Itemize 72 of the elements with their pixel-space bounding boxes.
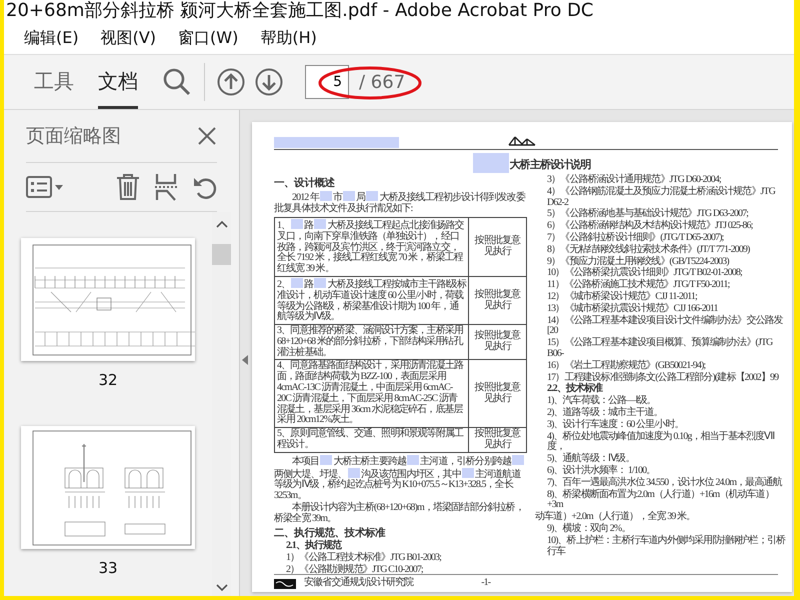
body-text: 1）《公路工程技术标准》JTG B01-2003; — [285, 552, 442, 564]
institute-logo-icon — [274, 578, 296, 589]
body-text: 17）工程建设标准强制条文(公路工程部分)(建标【2002】99 — [546, 372, 780, 383]
body-text: 13）《城市桥梁抗震设计规范》CJJ 166-2011 — [546, 304, 719, 314]
table-cell: 2、 路 大桥及接线工程按城市主干路Ⅰ级标准设计，机动车道设计速度 60 公里/小时，荷载等级为公路Ⅰ级，桥梁基准设计期为 100 年，通航等级为Ⅳ级。 — [274, 276, 468, 325]
body-text: 16）《岩土工程勘察规范》(GB50021-94); — [546, 360, 706, 372]
menu-item[interactable]: 帮助(H) — [260, 26, 317, 50]
body-text: 3）《公路桥涵设计通用规范》JTG D60-2004; — [546, 175, 722, 186]
collapse-arrow-icon[interactable] — [242, 355, 248, 365]
toolbar-tab[interactable]: 工具 — [34, 55, 74, 109]
body-text: 7）《公路斜拉桥设计细则》(JTG/T D65-2007); — [546, 232, 724, 244]
next-page-icon[interactable] — [255, 68, 283, 96]
page-label: 32 — [98, 370, 118, 391]
body-text: 7)、百年一遇最高洪水位 34.550，设计水位 24.0m，最高通航 — [546, 478, 784, 488]
page-count: / 667 — [359, 70, 406, 94]
menu-item[interactable]: 编辑(E) — [24, 26, 79, 50]
table-cell: 3、同意推荐的桥梁、涵洞设计方案，主桥采用 68+120+68 米的部分斜拉桥，下部结构采用钻孔灌注桩基础。 — [274, 324, 468, 360]
body-text: 2012 年 市 局 大桥及接线工程初步设计得到发改委批复具体技术文件及执行情况如下: — [274, 191, 526, 215]
page-label: -1- — [481, 578, 490, 589]
menu-item[interactable]: 视图(V) — [100, 26, 156, 50]
table-cell: 1、 路 大桥及接线工程起点北接淮扬路交叉口，向南下穿阜淮铁路（单独设计），经口孜路，跨颍河及宾竹洪区，终于滨河路立交，全长 7192 米，接线工程红线宽 70 米，桥梁工程红线宽 39 米。 — [274, 217, 468, 276]
body-text: 1)、汽车荷载：公路—Ⅰ级。 — [546, 396, 657, 406]
body-text: 二、执行规范、技术标准 — [274, 528, 386, 539]
body-text: 12）《城市桥梁设计规范》CJJ 11-2011; — [546, 292, 698, 302]
page-thumbnail[interactable] — [21, 426, 195, 548]
body-text: 15）《公路工程基本建设项目概算、预算编制办法》(JTG B06- — [546, 338, 774, 360]
scroll-up-icon[interactable] — [216, 220, 228, 228]
body-text: 6)、设计洪水频率： 1/100。 — [546, 466, 656, 476]
table-note: 按照批复意见执行 — [468, 360, 526, 428]
body-text: 9)、横坡：双向 2%。 — [546, 524, 632, 534]
body-text: 8)、桥梁横断面布置为:2.0m（人行道）+16m（机动车道）+3m — [546, 490, 775, 510]
table-note: 按照批复意见执行 — [468, 276, 526, 325]
body-text: 本项目 大桥主桥主要跨越 主河道，引桥分别跨越 两侧大堤、圩堤、 沟及该范围内圩区，其中 主河道航道等级为Ⅳ级，桥约起讫点桩号为 K10+075.5～K13+328.5，全长 3253m。 — [274, 454, 527, 502]
body-text: 9）《预应力混凝土用钢绞线》(GB/T5224-2003) — [546, 256, 730, 267]
options-menu-icon[interactable] — [26, 175, 64, 199]
body-text: 2)、道路等级：城市主干道。 — [546, 408, 664, 418]
scroll-down-icon[interactable] — [216, 584, 228, 592]
body-text: 3)、设计行车速度：60 公里/小时。 — [546, 420, 685, 430]
window-title: 20+68m部分斜拉桥 颍河大桥全套施工图.pdf - Adobe Acrobat Pro DC — [5, 0, 595, 22]
body-text: 5)、通航等级：Ⅳ级。 — [546, 454, 636, 464]
table-cell: 5、原则同意管线、交通、照明和景观等附属工程设计。 — [274, 428, 468, 452]
panel-title: 页面缩略图 — [26, 124, 121, 149]
table-note: 按照批复意见执行 — [468, 428, 526, 452]
body-text: 4)、桥位处地震动峰值加速度为 0.10g，相当于基本烈度Ⅶ度， — [546, 432, 776, 452]
body-text: 4）《公路钢筋混凝土及预应力混凝土桥涵设计规范》JTG D62-2 — [546, 186, 776, 208]
trash-icon[interactable] — [116, 173, 140, 201]
extract-pages-icon[interactable] — [154, 173, 178, 201]
body-text: 10）《公路桥梁抗震设计细则》JTG/T B02-01-2008; — [546, 268, 743, 278]
body-text: 14）《公路工程基本建设项目设计文件编制办法》交公路发[20 — [546, 316, 784, 336]
body-text: 动车道）+2.0m（人行道），全宽 39 米。 — [535, 512, 696, 522]
table-cell: 4、同意路基路面结构设计，采用沥青混凝土路面，路面结构荷载为 BZZ-100，表面层采用 4cmAC-13C 沥青混凝土，中面层采用 6cmAC-20C 沥青混凝土，下面层采用 8cmAC-25C 沥青混凝土，基层采用 36cm 水泥稳定碎石，底基层采用 20cm12%灰土。 — [274, 360, 468, 428]
body-text: 8）《无粘结钢绞线斜拉索技术条件》(JT/T 771-2009) — [546, 244, 751, 256]
scrollbar-thumb[interactable] — [212, 244, 231, 265]
table-note: 按照批复意见执行 — [468, 217, 526, 276]
document-title: 大桥主桥设计说明 — [274, 153, 788, 173]
body-text: 2.1、执行规范 — [285, 540, 343, 552]
menu-item[interactable]: 窗口(W) — [178, 26, 238, 50]
body-text: 11）《公路桥涵施工技术规范》JTG/T F50-2011; — [546, 280, 730, 290]
body-text: 2.2、技术标准 — [546, 384, 604, 394]
previous-page-icon[interactable] — [217, 68, 245, 96]
search-icon[interactable] — [162, 67, 192, 97]
close-icon[interactable] — [197, 126, 217, 146]
page-label: 33 — [98, 558, 118, 578]
organization-name: 安徽省交通规划设计研究院 — [304, 578, 414, 589]
body-text: 2）《公路勘测规范》JTG C10-2007; — [285, 564, 424, 576]
body-text: 一、设计概述 — [274, 178, 336, 190]
body-text: 6）《公路桥涵钢结构及木结构设计规范》JTJ 025-86; — [546, 221, 754, 232]
body-text: 10)、桥上护栏：主桥行车道内外侧均采用防撞钢护栏；引桥行车 — [546, 536, 786, 558]
body-text: 本册设计内容为主桥(68+120+68)m，塔梁固结部分斜拉桥，桥梁全宽 39m。 — [274, 503, 525, 525]
page-thumbnail[interactable] — [21, 238, 195, 361]
body-text: 5）《公路桥涵地基与基础设计规范》JTG D63-2007; — [546, 209, 750, 220]
table-note: 按照批复意见执行 — [468, 324, 526, 360]
